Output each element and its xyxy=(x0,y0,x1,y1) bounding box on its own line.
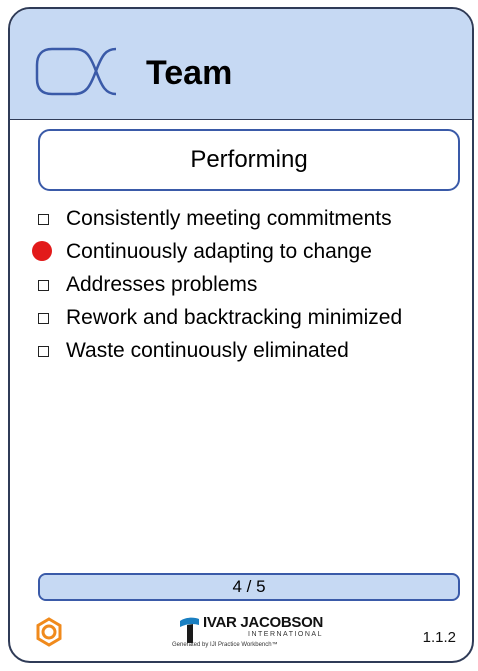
checklist-item[interactable]: Addresses problems xyxy=(32,268,472,301)
ivar-jacobson-logo: IVAR JACOBSON INTERNATIONAL Generated by… xyxy=(172,613,338,653)
alpha-card: Team Performing Consistently meeting com… xyxy=(8,7,474,663)
checkbox-icon[interactable] xyxy=(38,346,49,357)
version-label: 1.1.2 xyxy=(422,629,456,646)
logo-generated-by: Generated by IJI Practice Workbench™ xyxy=(172,642,278,648)
checklist-item-label: Continuously adapting to change xyxy=(66,240,372,263)
card-title: Team xyxy=(146,54,233,92)
alpha-icon xyxy=(35,47,117,96)
checklist-item[interactable]: Continuously adapting to change xyxy=(32,235,472,268)
checkbox-icon[interactable] xyxy=(38,313,49,324)
logo-subtitle: INTERNATIONAL xyxy=(248,631,323,638)
checklist-item-label: Addresses problems xyxy=(66,273,258,296)
progress-bar: 4 / 5 xyxy=(38,573,460,601)
red-dot-icon[interactable] xyxy=(32,241,52,261)
checklist: Consistently meeting commitments Continu… xyxy=(32,202,472,367)
checklist-item-label: Rework and backtracking minimized xyxy=(66,306,403,329)
checklist-item-label: Waste continuously eliminated xyxy=(66,339,349,362)
checklist-item[interactable]: Rework and backtracking minimized xyxy=(32,301,472,334)
state-name-box: Performing xyxy=(38,129,460,191)
state-name: Performing xyxy=(190,146,308,173)
progress-label: 4 / 5 xyxy=(232,577,266,596)
checklist-item[interactable]: Waste continuously eliminated xyxy=(32,334,472,367)
checklist-item-label: Consistently meeting commitments xyxy=(66,207,392,230)
gear-icon[interactable] xyxy=(34,617,64,647)
checkbox-icon[interactable] xyxy=(38,280,49,291)
checkbox-icon[interactable] xyxy=(38,214,49,225)
checklist-item[interactable]: Consistently meeting commitments xyxy=(32,202,472,235)
logo-name: IVAR JACOBSON xyxy=(203,614,324,631)
card-header: Team xyxy=(10,9,472,120)
ivar-jacobson-logo-icon xyxy=(180,617,199,643)
